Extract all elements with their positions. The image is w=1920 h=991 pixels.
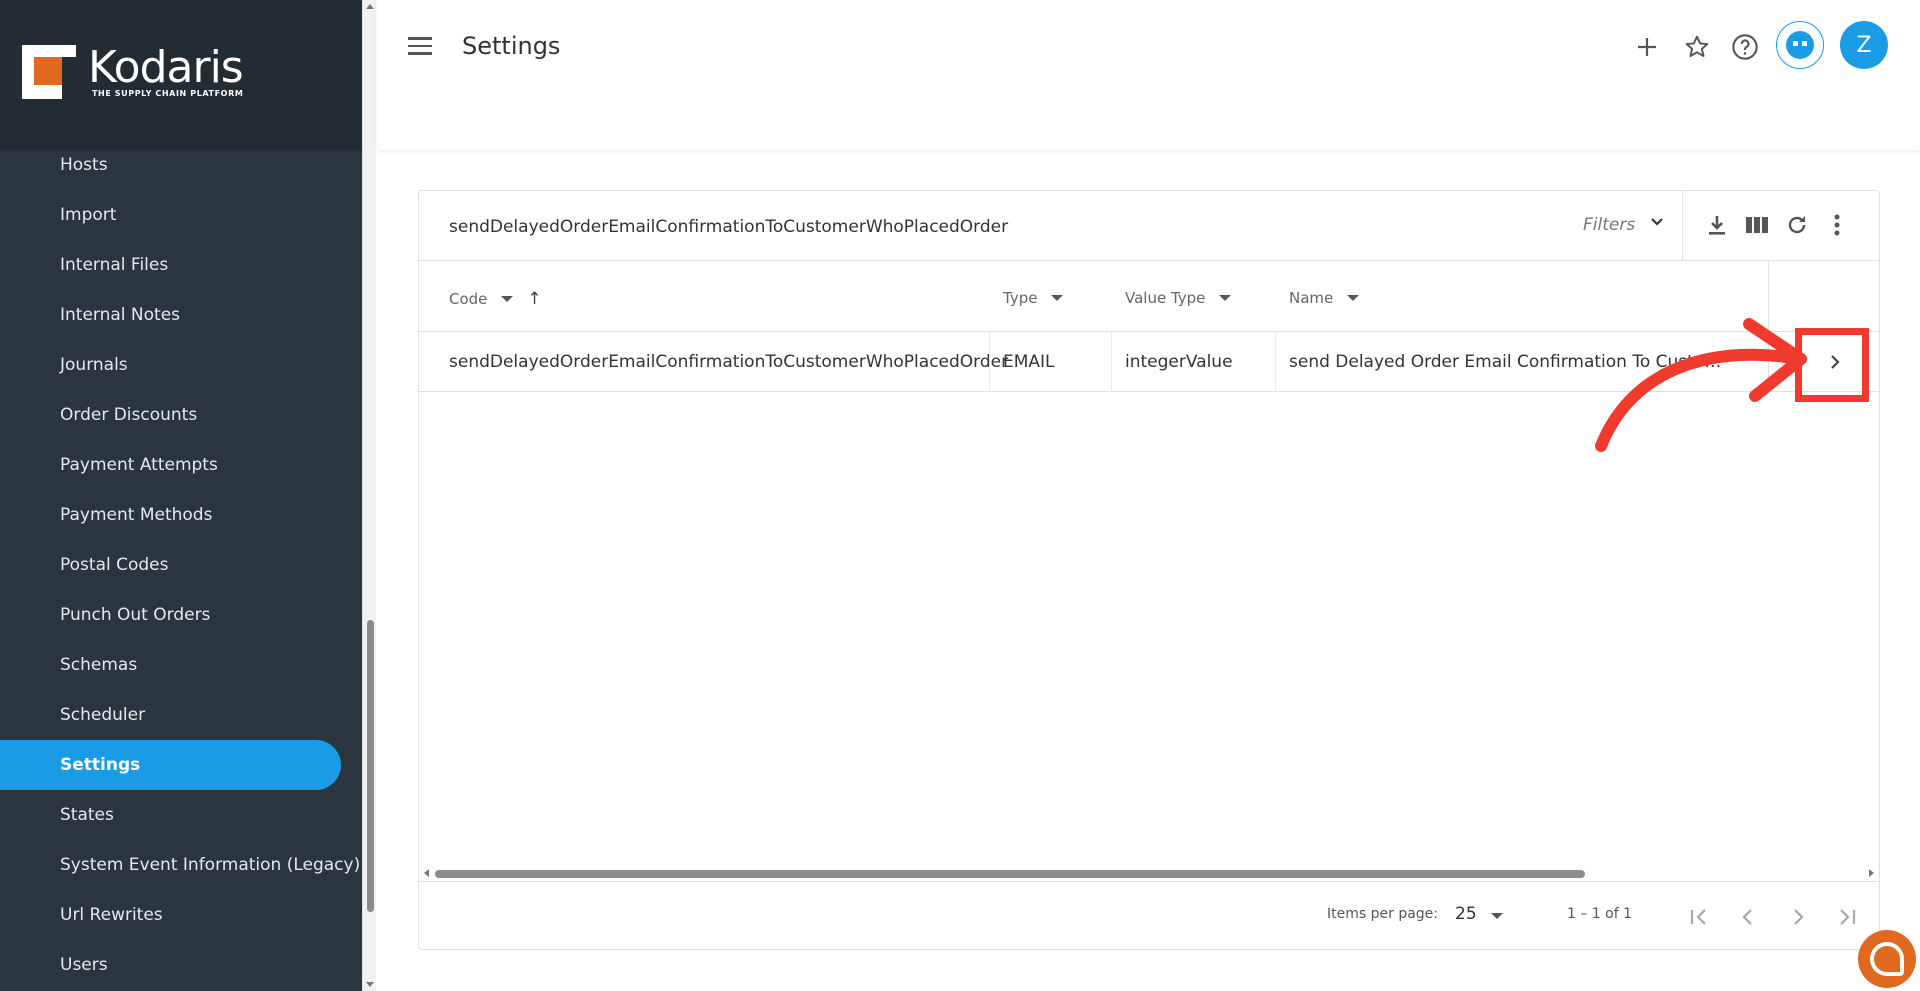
sidebar-item-users[interactable]: Users (0, 940, 362, 990)
scroll-left-arrow-icon[interactable] (424, 869, 429, 877)
download-icon[interactable] (1703, 211, 1731, 239)
column-header-label: Value Type (1125, 289, 1206, 307)
settings-grid-card: sendDelayedOrderEmailConfirmationToCusto… (418, 190, 1880, 950)
cell-type: EMAIL (1003, 352, 1055, 372)
chevron-down-icon[interactable] (1649, 213, 1665, 234)
toolbar-divider (1682, 191, 1683, 261)
items-per-page-select[interactable]: 25 (1455, 904, 1477, 924)
column-header-code[interactable]: Code ↑ (449, 289, 542, 309)
sidebar-item-import[interactable]: Import (0, 190, 362, 240)
column-header-label: Code (449, 290, 488, 308)
help-icon[interactable] (1728, 30, 1762, 64)
chat-icon[interactable] (1858, 930, 1916, 988)
cell-code: sendDelayedOrderEmailConfirmationToCusto… (449, 352, 1009, 372)
page-range: 1 – 1 of 1 (1567, 906, 1633, 922)
sidebar-item-schemas[interactable]: Schemas (0, 640, 362, 690)
sidebar-scrollbar[interactable] (362, 0, 376, 991)
sidebar-nav: Hosts Import Internal Files Internal Not… (0, 140, 362, 990)
paginator: Items per page: 25 1 – 1 of 1 (419, 881, 1879, 951)
sidebar-item-states[interactable]: States (0, 790, 362, 840)
bot-icon[interactable] (1776, 21, 1824, 69)
sidebar-item-system-event-information[interactable]: System Event Information (Legacy) (0, 840, 362, 890)
sidebar-item-scheduler[interactable]: Scheduler (0, 690, 362, 740)
columns-icon[interactable] (1743, 211, 1771, 239)
brand-name: Kodaris (88, 42, 244, 93)
caret-down-icon[interactable] (1347, 295, 1360, 301)
scroll-up-arrow-icon[interactable] (366, 4, 374, 9)
previous-page-icon[interactable] (1731, 900, 1765, 934)
caret-down-icon[interactable] (1491, 913, 1503, 919)
sidebar-item-order-discounts[interactable]: Order Discounts (0, 390, 362, 440)
column-header-type[interactable]: Type (1003, 289, 1064, 307)
brand-tagline: THE SUPPLY CHAIN PLATFORM (92, 89, 244, 98)
scroll-down-arrow-icon[interactable] (366, 982, 374, 987)
kodaris-logo-icon (22, 45, 76, 99)
more-vert-icon[interactable] (1823, 211, 1851, 239)
sidebar-item-postal-codes[interactable]: Postal Codes (0, 540, 362, 590)
cell-divider (1275, 332, 1276, 392)
scroll-right-arrow-icon[interactable] (1869, 869, 1874, 877)
cell-value-type: integerValue (1125, 352, 1233, 372)
column-header-label: Name (1289, 289, 1334, 307)
arrow-up-icon[interactable]: ↑ (527, 289, 541, 309)
next-page-icon[interactable] (1781, 900, 1815, 934)
sidebar-item-journals[interactable]: Journals (0, 340, 362, 390)
sidebar-item-url-rewrites[interactable]: Url Rewrites (0, 890, 362, 940)
last-page-icon[interactable] (1829, 900, 1863, 934)
sidebar-item-payment-attempts[interactable]: Payment Attempts (0, 440, 362, 490)
add-icon[interactable] (1630, 30, 1664, 64)
horizontal-scrollbar-thumb[interactable] (435, 870, 1585, 878)
sidebar-item-internal-notes[interactable]: Internal Notes (0, 290, 362, 340)
first-page-icon[interactable] (1683, 900, 1717, 934)
items-per-page-label: Items per page: (1327, 906, 1439, 922)
star-icon[interactable] (1680, 30, 1714, 64)
grid-toolbar: sendDelayedOrderEmailConfirmationToCusto… (419, 191, 1879, 261)
horizontal-scrollbar[interactable] (419, 865, 1879, 881)
sidebar-scrollbar-thumb[interactable] (367, 620, 374, 912)
cell-divider (1111, 332, 1112, 392)
sidebar-item-settings[interactable]: Settings (0, 740, 341, 790)
avatar[interactable]: Z (1840, 21, 1888, 69)
caret-down-icon[interactable] (501, 296, 514, 302)
top-header: Settings Z (378, 0, 1920, 150)
search-input[interactable]: sendDelayedOrderEmailConfirmationToCusto… (449, 217, 1008, 237)
menu-icon[interactable] (408, 37, 432, 57)
column-header-name[interactable]: Name (1289, 289, 1360, 307)
caret-down-icon[interactable] (1051, 295, 1064, 301)
sidebar-item-punch-out-orders[interactable]: Punch Out Orders (0, 590, 362, 640)
refresh-icon[interactable] (1783, 211, 1811, 239)
column-header-value-type[interactable]: Value Type (1125, 289, 1232, 307)
page-title: Settings (462, 32, 561, 60)
annotation-arrow (1595, 318, 1807, 452)
filters-button[interactable]: Filters (1583, 215, 1635, 235)
sidebar: Kodaris THE SUPPLY CHAIN PLATFORM Hosts … (0, 0, 362, 991)
sidebar-item-payment-methods[interactable]: Payment Methods (0, 490, 362, 540)
caret-down-icon[interactable] (1219, 295, 1232, 301)
sidebar-item-internal-files[interactable]: Internal Files (0, 240, 362, 290)
column-header-label: Type (1003, 289, 1038, 307)
cell-divider (989, 332, 990, 392)
sidebar-item-hosts[interactable]: Hosts (0, 140, 362, 190)
logo-area: Kodaris THE SUPPLY CHAIN PLATFORM (0, 0, 362, 150)
